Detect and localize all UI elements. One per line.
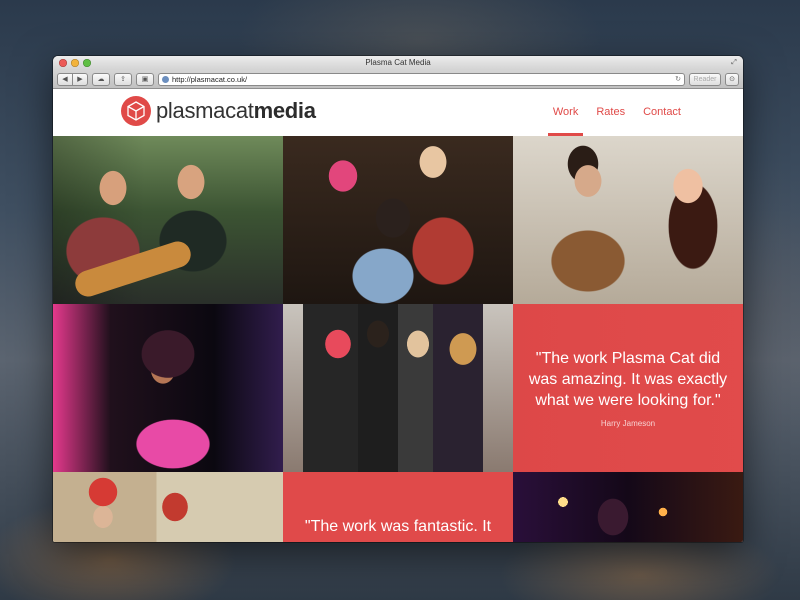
- browser-window: Plasma Cat Media ⤢ ◀ ▶ ☁ ⇪ ▣ http://plas…: [53, 56, 743, 542]
- testimonial-quote: "The work Plasma Cat did was amazing. It…: [528, 350, 728, 409]
- portfolio-grid: "The work Plasma Cat did was amazing. It…: [53, 136, 743, 542]
- plasma-cat-logo-icon: [121, 96, 151, 126]
- window-title: Plasma Cat Media: [365, 58, 431, 67]
- forward-button[interactable]: ▶: [73, 72, 88, 86]
- reader-button[interactable]: Reader: [689, 72, 721, 86]
- history-nav: ◀ ▶: [57, 72, 88, 86]
- reload-icon[interactable]: ↻: [675, 75, 681, 83]
- logo-wordmark: plasmacatmedia: [156, 98, 316, 124]
- band-performance-photo[interactable]: [53, 136, 283, 304]
- window-controls: [59, 59, 91, 67]
- band-group-photo[interactable]: [283, 136, 513, 304]
- nav-rates-link[interactable]: Rates: [594, 89, 627, 136]
- title-bar: Plasma Cat Media ⤢: [53, 56, 743, 70]
- singer-on-stage-photo[interactable]: [53, 304, 283, 472]
- zoom-window-button[interactable]: [83, 59, 91, 67]
- logo-text-bold: media: [253, 98, 316, 123]
- site-header: plasmacatmedia Work Rates Contact: [53, 89, 743, 137]
- testimonial-author: Harry Jameson: [600, 419, 656, 428]
- testimonial-card: "The work Plasma Cat did was amazing. It…: [513, 304, 743, 472]
- site-favicon-icon: [162, 75, 169, 83]
- fullscreen-icon[interactable]: ⤢: [730, 59, 738, 67]
- downloads-button[interactable]: ⊙: [725, 72, 739, 86]
- main-nav: Work Rates Contact: [547, 89, 683, 136]
- address-bar[interactable]: http://plasmacat.co.uk/ ↻: [158, 72, 685, 86]
- icloud-tabs-button[interactable]: ☁: [92, 72, 110, 86]
- duo-portrait-photo[interactable]: [513, 136, 743, 304]
- url-text: http://plasmacat.co.uk/: [172, 74, 248, 84]
- share-button[interactable]: ⇪: [114, 72, 132, 86]
- testimonial-card-2: "The work was fantastic. It: [283, 472, 513, 542]
- close-window-button[interactable]: [59, 59, 67, 67]
- webpage: plasmacatmedia Work Rates Contact "The w…: [53, 89, 743, 542]
- nav-contact-link[interactable]: Contact: [641, 89, 683, 136]
- logo-text-light: plasmacat: [156, 98, 254, 123]
- guitar-shape: [71, 238, 195, 300]
- site-logo[interactable]: plasmacatmedia: [121, 96, 316, 126]
- testimonial-quote-2: "The work was fantastic. It: [304, 518, 492, 535]
- kitchen-photo[interactable]: [53, 472, 283, 542]
- nav-work-link[interactable]: Work: [547, 89, 584, 136]
- group-street-photo[interactable]: [283, 304, 513, 472]
- reading-list-button[interactable]: ▣: [136, 72, 154, 86]
- minimize-window-button[interactable]: [71, 59, 79, 67]
- browser-toolbar: ◀ ▶ ☁ ⇪ ▣ http://plasmacat.co.uk/ ↻ Read…: [53, 70, 743, 89]
- back-button[interactable]: ◀: [57, 72, 73, 86]
- concert-lights-photo[interactable]: [513, 472, 743, 542]
